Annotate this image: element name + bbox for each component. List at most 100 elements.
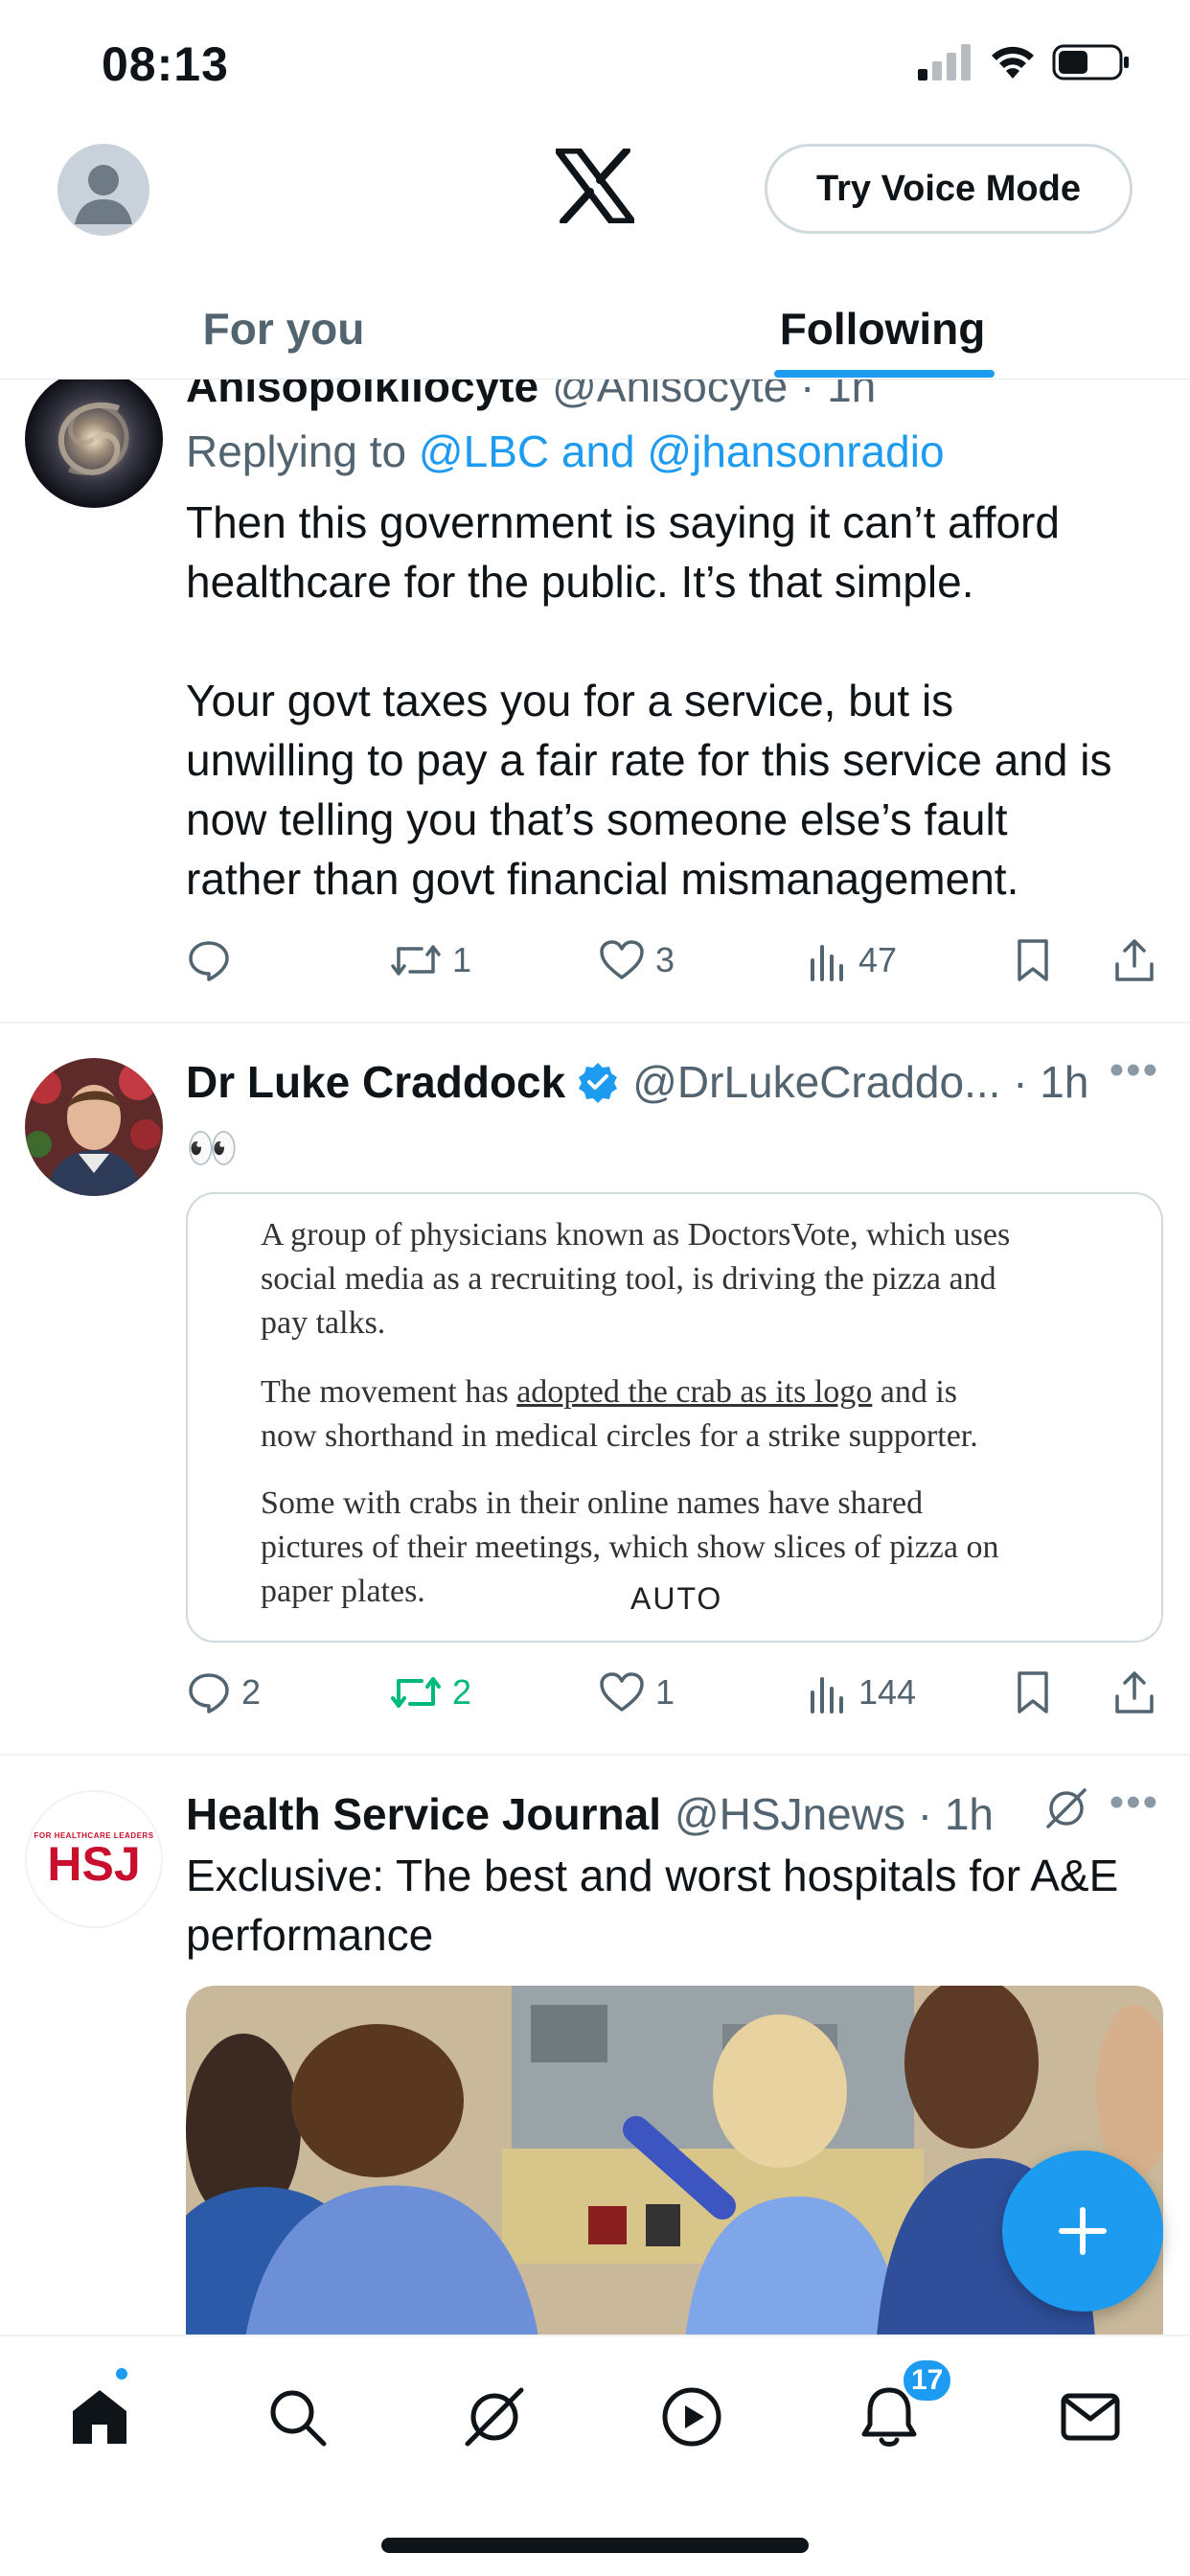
video-icon — [662, 2387, 721, 2447]
share-icon — [1115, 939, 1154, 981]
home-indicator[interactable] — [381, 2538, 809, 2553]
author-name[interactable]: Health Service Journal — [186, 1788, 661, 1840]
views-button[interactable]: 47 — [807, 932, 897, 989]
messages-icon — [1061, 2393, 1120, 2441]
article-line: Some with crabs in their online names ha… — [261, 1485, 924, 1521]
article-line: social media as a recruiting tool, is dr… — [261, 1261, 996, 1297]
grok-icon — [465, 2387, 524, 2447]
like-count: 3 — [655, 940, 675, 979]
default-avatar-icon — [75, 165, 132, 224]
article-line-with-link: The movement has adopted the crab as its… — [261, 1374, 958, 1410]
grok-icon[interactable] — [1042, 1784, 1090, 1832]
share-icon — [1115, 1671, 1154, 1714]
article-line: pay talks. — [261, 1305, 386, 1341]
tweet-text-line: healthcare for the public. It’s that sim… — [186, 557, 974, 607]
article-line: A group of physicians known as DoctorsVo… — [261, 1217, 1011, 1253]
tweet-avatar[interactable] — [25, 380, 163, 508]
tweet-actions: 1 3 47 — [186, 932, 1163, 989]
like-button[interactable]: 3 — [598, 932, 675, 989]
nav-grok[interactable] — [454, 2377, 535, 2457]
try-voice-mode-button[interactable]: Try Voice Mode — [765, 144, 1133, 234]
notifications-badge: 17 — [901, 2358, 954, 2404]
reply-button[interactable] — [186, 932, 241, 989]
nav-messages[interactable] — [1050, 2377, 1131, 2457]
replying-to: Replying to @LBC and @jhansonradio — [186, 426, 945, 477]
tab-following[interactable]: Following — [595, 278, 1170, 380]
tweet[interactable]: Anisopoikilocyte @Anisocyte · 1h ••• Rep… — [0, 380, 1190, 1024]
tweet-text-line: rather than govt financial mismanagement… — [186, 854, 1019, 904]
status-time: 08:13 — [102, 37, 229, 91]
tweet-avatar[interactable] — [25, 1058, 163, 1196]
like-button[interactable]: 1 — [598, 1664, 675, 1721]
verified-badge-icon — [579, 1063, 618, 1103]
share-button[interactable] — [1113, 932, 1156, 989]
top-header: Try Voice Mode For you Following — [0, 125, 1190, 380]
status-bar: 08:13 — [0, 0, 1190, 125]
tweet-media-image[interactable] — [186, 1986, 1163, 2334]
nav-video[interactable] — [652, 2377, 732, 2457]
heart-icon — [600, 1672, 644, 1712]
more-options-icon[interactable]: ••• — [1110, 380, 1159, 397]
tweet-header: Anisopoikilocyte @Anisocyte · 1h — [186, 380, 876, 412]
share-button[interactable] — [1113, 1664, 1156, 1721]
home-icon — [73, 2390, 126, 2444]
views-icon — [811, 1677, 843, 1714]
reply-button[interactable]: 2 — [186, 1664, 261, 1721]
views-icon — [811, 945, 843, 981]
more-options-icon[interactable]: ••• — [1110, 1046, 1159, 1094]
home-unread-dot — [113, 2365, 130, 2382]
tweet-header: Health Service Journal @HSJnews · 1h — [186, 1788, 994, 1840]
bookmark-button[interactable] — [1014, 932, 1052, 989]
author-handle[interactable]: @Anisocyte · 1h — [552, 380, 876, 412]
nav-search[interactable] — [257, 2377, 337, 2457]
tweet-text-line: performance — [186, 1910, 434, 1960]
repost-count: 2 — [452, 1672, 472, 1712]
article-line: pictures of their meetings, which show s… — [261, 1530, 999, 1565]
reply-icon — [189, 1673, 229, 1714]
plus-icon — [1059, 2207, 1107, 2255]
repost-count: 1 — [452, 940, 472, 979]
reply-target-links[interactable]: @LBC and @jhansonradio — [419, 426, 945, 476]
author-name[interactable]: Dr Luke Craddock — [186, 1056, 565, 1108]
galaxy-avatar-image — [25, 380, 163, 508]
tweet-text-line: Your govt taxes you for a service, but i… — [186, 676, 954, 725]
replying-to-label: Replying to — [186, 426, 419, 476]
tweet-header: Dr Luke Craddock @DrLukeCraddo... · 1h — [186, 1056, 1088, 1108]
compose-post-button[interactable] — [1002, 2150, 1163, 2312]
repost-button[interactable]: 1 — [389, 932, 471, 989]
battery-icon — [1052, 44, 1129, 80]
tweet[interactable]: Dr Luke Craddock @DrLukeCraddo... · 1h •… — [0, 1024, 1190, 1756]
tab-for-you[interactable]: For you — [0, 278, 567, 380]
attached-article-image[interactable]: A group of physicians known as DoctorsVo… — [186, 1192, 1163, 1643]
tweet-text-line: now telling you that’s someone else’s fa… — [186, 794, 1008, 844]
views-button[interactable]: 144 — [807, 1664, 916, 1721]
heart-icon — [600, 940, 644, 979]
author-handle[interactable]: @DrLukeCraddo... · 1h — [632, 1056, 1088, 1108]
more-options-icon[interactable]: ••• — [1110, 1779, 1159, 1827]
author-name[interactable]: Anisopoikilocyte — [186, 380, 538, 412]
reply-icon — [189, 941, 229, 981]
tweet-avatar[interactable]: FOR HEALTHCARE LEADERS HSJ — [25, 1790, 163, 1928]
bookmark-icon — [1018, 939, 1048, 981]
bookmark-icon — [1018, 1671, 1048, 1714]
like-count: 1 — [655, 1672, 675, 1712]
nav-home[interactable] — [59, 2377, 140, 2457]
repost-icon — [391, 945, 441, 976]
reply-count: 2 — [241, 1672, 262, 1712]
timeline-feed[interactable]: Anisopoikilocyte @Anisocyte · 1h ••• Rep… — [0, 380, 1190, 2334]
bookmark-button[interactable] — [1014, 1664, 1052, 1721]
author-handle[interactable]: @HSJnews · 1h — [675, 1788, 994, 1840]
repost-button[interactable]: 2 — [389, 1664, 471, 1721]
repost-icon — [391, 1677, 441, 1708]
article-line: now shorthand in medical circles for a s… — [261, 1418, 978, 1454]
profile-avatar[interactable] — [57, 144, 149, 236]
tweet-text: Exclusive: The best and worst hospitals … — [186, 1846, 1163, 1965]
tweet-text-blank — [186, 611, 1163, 671]
wifi-icon — [992, 46, 1034, 79]
x-logo-icon[interactable] — [556, 149, 634, 223]
tweet-text: 👀 — [186, 1125, 239, 1172]
hospital-staff-photo — [186, 1986, 1163, 2334]
feed-tabs: For you Following — [0, 278, 1190, 380]
tweet-text-line: unwilling to pay a fair rate for this se… — [186, 735, 1112, 785]
tweet-text: Then this government is saying it can’t … — [186, 493, 1163, 908]
